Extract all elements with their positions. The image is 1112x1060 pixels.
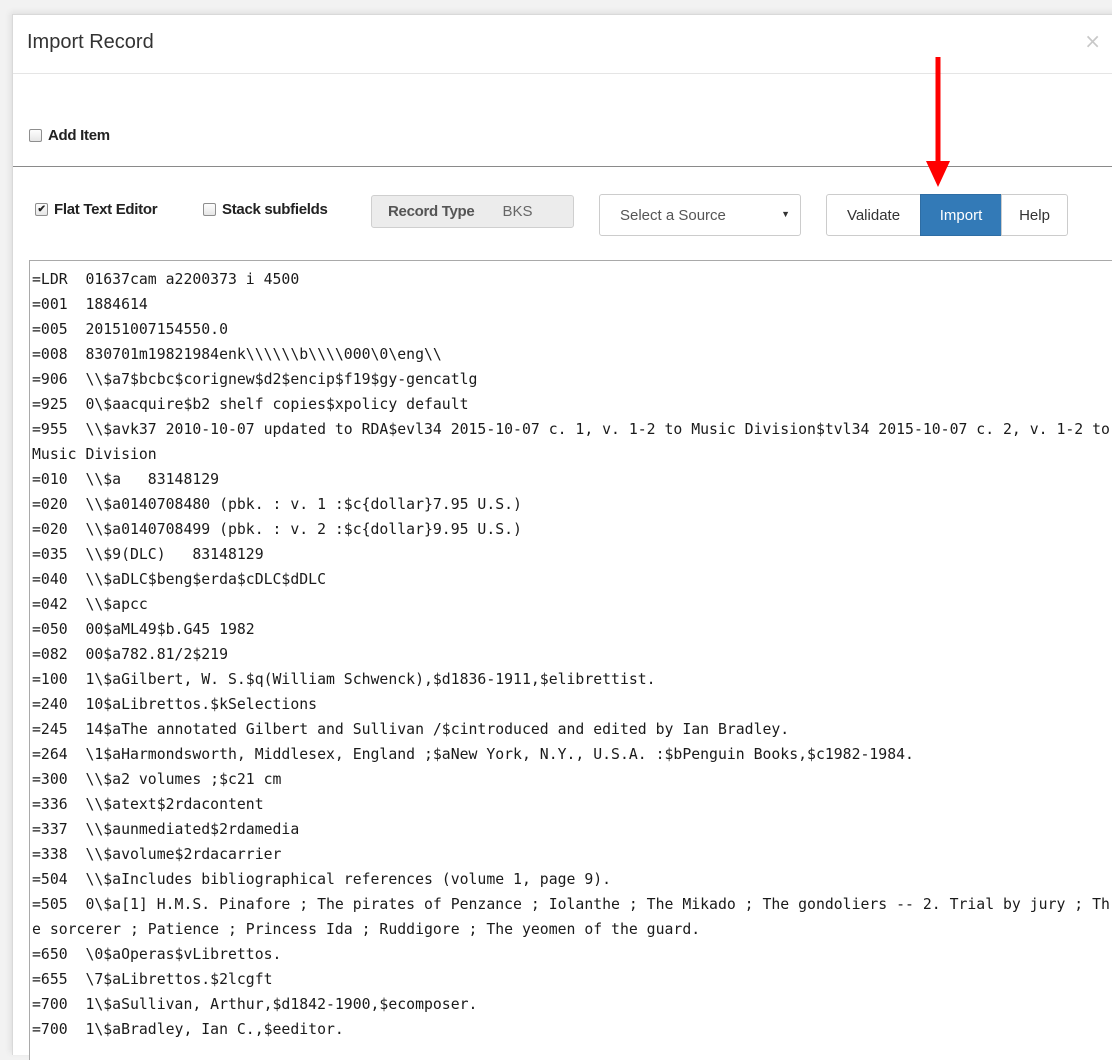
validate-button[interactable]: Validate — [826, 194, 921, 236]
record-type-value: BKS — [502, 203, 533, 220]
flat-text-editor-checkbox[interactable]: ✔ — [35, 203, 48, 216]
marc-record-text[interactable]: =LDR 01637cam a2200373 i 4500 =001 18846… — [30, 261, 1112, 1042]
checkmark-icon: ✔ — [37, 203, 46, 215]
record-type-display: Record Type BKS — [371, 195, 574, 228]
import-record-dialog: Import Record × Add Item ✔ Flat Text Edi… — [12, 14, 1112, 1060]
stack-subfields-checkbox[interactable] — [203, 203, 216, 216]
close-icon[interactable]: × — [1084, 29, 1101, 53]
add-item-checkbox[interactable] — [29, 129, 42, 142]
source-select[interactable]: Select a Source ▼ — [599, 194, 801, 236]
caret-down-icon: ▼ — [781, 209, 790, 219]
red-arrow-annotation — [926, 57, 950, 187]
action-button-group: Validate Import Help — [826, 194, 1068, 236]
stack-subfields-label: Stack subfields — [222, 201, 328, 218]
dialog-title: Import Record — [27, 31, 154, 53]
help-button[interactable]: Help — [1001, 194, 1068, 236]
stack-subfields-checkbox-row[interactable]: Stack subfields — [203, 201, 328, 218]
flat-text-editor-checkbox-row[interactable]: ✔ Flat Text Editor — [35, 201, 158, 218]
marc-record-editor[interactable]: =LDR 01637cam a2200373 i 4500 =001 18846… — [29, 260, 1112, 1060]
flat-text-editor-label: Flat Text Editor — [54, 201, 158, 218]
import-button[interactable]: Import — [920, 194, 1002, 236]
source-select-value: Select a Source — [620, 206, 726, 224]
add-item-label: Add Item — [48, 127, 110, 144]
record-type-label: Record Type — [388, 203, 475, 220]
add-item-checkbox-row[interactable]: Add Item — [29, 127, 110, 144]
